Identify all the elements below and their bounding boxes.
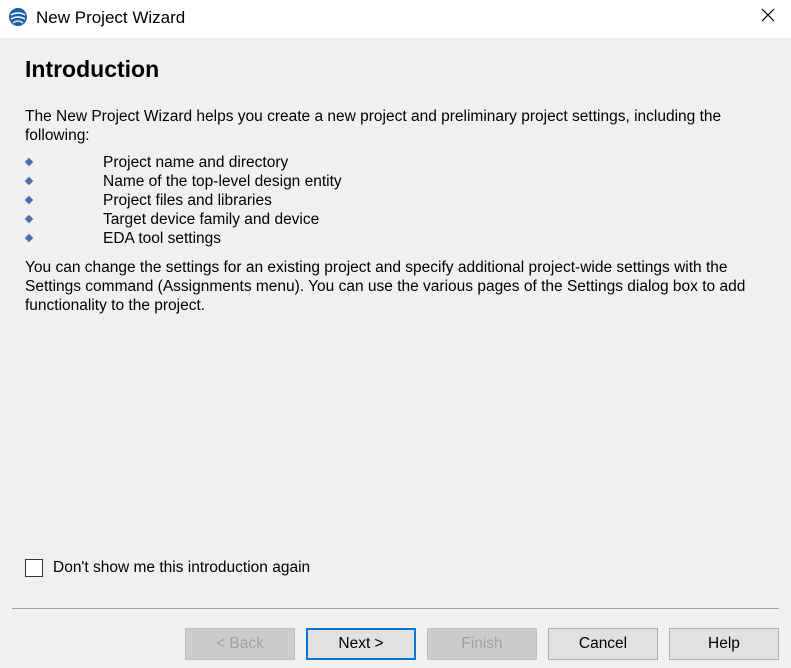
quartus-globe-icon [8, 7, 28, 27]
feature-label: Target device family and device [103, 211, 320, 228]
title-bar: New Project Wizard [0, 0, 791, 38]
finish-button[interactable]: Finish [427, 628, 537, 660]
feature-label: Name of the top-level design entity [103, 173, 342, 190]
dont-show-again-label[interactable]: Don't show me this introduction again [53, 559, 310, 577]
settings-info-paragraph: You can change the settings for an exist… [25, 259, 746, 314]
help-button[interactable]: Help [669, 628, 779, 660]
bullet-icon [24, 233, 34, 243]
wizard-window: New Project Wizard Introduction The New … [0, 0, 791, 668]
window-title: New Project Wizard [36, 8, 186, 27]
page-title: Introduction [25, 56, 160, 82]
bullet-icon [24, 176, 34, 186]
feature-label: Project name and directory [103, 154, 289, 171]
dont-show-again-checkbox[interactable] [25, 559, 43, 577]
bullet-icon [24, 214, 34, 224]
cancel-button[interactable]: Cancel [548, 628, 658, 660]
separator-line [12, 608, 779, 609]
bullet-icon [24, 195, 34, 205]
feature-label: Project files and libraries [103, 192, 272, 209]
next-button[interactable]: Next > [306, 628, 416, 660]
back-button[interactable]: < Back [185, 628, 295, 660]
close-button[interactable] [745, 0, 791, 34]
close-icon [761, 8, 775, 27]
bullet-icon [24, 157, 34, 167]
feature-label: EDA tool settings [103, 230, 222, 247]
intro-paragraph: The New Project Wizard helps you create … [25, 108, 722, 144]
dont-show-again-option[interactable]: Don't show me this introduction again [25, 558, 310, 578]
